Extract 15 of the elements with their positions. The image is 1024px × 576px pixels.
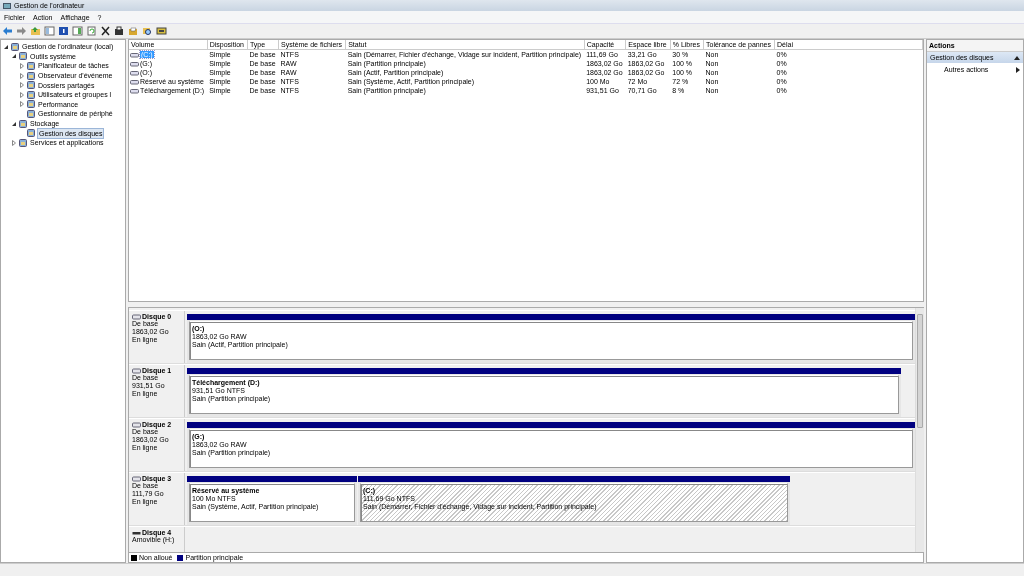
back-icon[interactable] (2, 26, 13, 36)
pane-icon[interactable] (72, 26, 83, 36)
removable-drive-icon (132, 529, 141, 536)
drive-tool-icon[interactable] (156, 26, 167, 36)
pane-icon[interactable] (44, 26, 55, 36)
folder-icon[interactable] (30, 26, 41, 36)
window-icon (3, 1, 11, 10)
help-icon[interactable] (58, 26, 69, 36)
submenu-arrow-icon (1016, 66, 1020, 73)
delete-icon[interactable] (100, 26, 111, 36)
properties-icon[interactable] (114, 26, 125, 36)
search-icon[interactable] (142, 26, 153, 36)
collapse-icon (1014, 55, 1020, 60)
scrollbar[interactable] (915, 308, 924, 552)
forward-icon[interactable] (16, 26, 27, 36)
